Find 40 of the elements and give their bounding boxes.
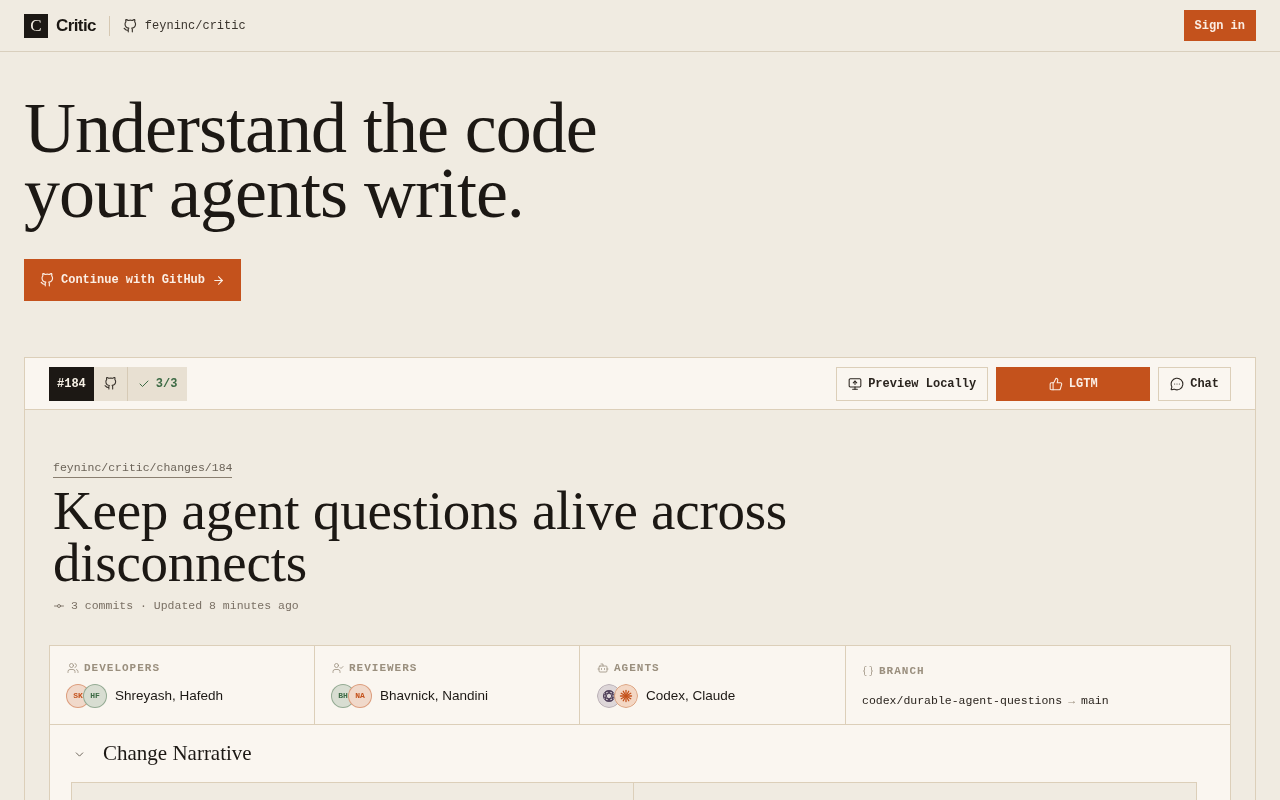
github-icon — [103, 377, 117, 390]
user-check-icon — [332, 662, 344, 674]
github-continue-button[interactable]: Continue with GitHub — [24, 259, 242, 301]
hero-heading: Understand the code your agents write. — [24, 96, 597, 235]
change-meta: 3 commits · Updated 8 minutes ago — [71, 598, 299, 615]
arrow-glyph: → — [1068, 692, 1076, 709]
target-branch: main — [1081, 692, 1109, 709]
github-icon — [122, 18, 137, 33]
brand-name: Critic — [56, 14, 96, 37]
github-icon — [40, 273, 54, 287]
robot-icon — [597, 662, 609, 674]
pr-number: #184 — [49, 366, 94, 401]
section-label: DEVELOPERS — [84, 661, 160, 676]
toolbar-button[interactable]: LGTM — [996, 366, 1151, 401]
change-title: Keep agent questions alive across disconnects — [53, 485, 788, 589]
section-label: REVIEWERS — [349, 661, 418, 676]
sign-in-button[interactable]: Sign in — [1183, 10, 1256, 41]
initials-avatar: HF — [83, 684, 107, 708]
section-label: BRANCH — [879, 664, 925, 679]
users-icon — [67, 662, 79, 674]
section-label: AGENTS — [614, 661, 660, 676]
toolbar-button[interactable]: Chat — [1158, 366, 1231, 401]
source-branch: codex/durable-agent-questions — [862, 692, 1063, 709]
arrow-right-icon — [212, 273, 226, 287]
chat-bubble-icon — [1170, 376, 1185, 391]
checks-count: 3/3 — [155, 375, 178, 393]
sunburst-icon — [614, 684, 638, 708]
github-link-button[interactable] — [93, 366, 128, 401]
breadcrumb-link[interactable]: feyninc/critic/changes/184 — [53, 460, 233, 478]
agent-names: Codex, Claude — [646, 686, 736, 705]
monitor-upload-icon — [848, 376, 863, 391]
initials-avatar: NA — [348, 684, 372, 708]
repo-link[interactable]: feyninc/critic — [144, 16, 246, 35]
logo[interactable]: C — [24, 13, 48, 38]
people-names: Bhavnick, Nandini — [380, 686, 489, 705]
toolbar-button[interactable]: Preview Locally — [836, 366, 989, 401]
thumbs-up-icon — [1048, 376, 1063, 391]
narrative-toggle[interactable]: Change Narrative — [50, 740, 252, 768]
people-names: Shreyash, Hafedh — [115, 686, 224, 705]
braces-icon — [862, 665, 874, 677]
